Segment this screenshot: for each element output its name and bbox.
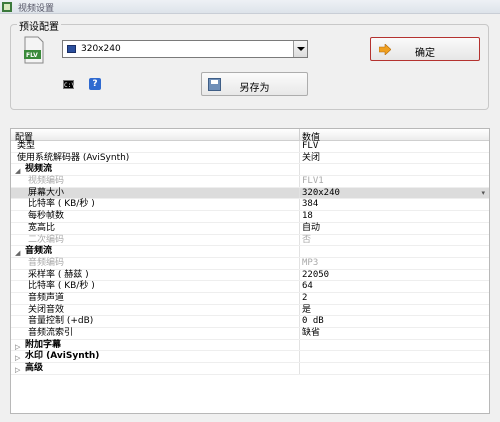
save-as-button-label: 另存为 [239,83,270,94]
property-grid-rows: 类型 FLV 使用系统解码器 (AviSynth) 关闭 ◢ 视频流 视频编码 FLV1 屏幕大… [11,141,489,375]
film-icon [67,45,76,53]
property-row[interactable]: 屏幕大小 320x240 ▾ [11,187,489,200]
property-value[interactable]: 缺省 [302,328,320,339]
expand-collapse-right-icon[interactable]: ▷ [15,354,20,362]
flv-icon-text: FLV [26,52,38,59]
save-as-button[interactable]: 另存为 [201,72,308,96]
expand-collapse-down-icon[interactable]: ◢ [15,249,20,257]
property-value[interactable]: 22050 [302,270,329,281]
property-name: 高级 [25,363,44,374]
property-name: 水印 (AviSynth) [25,351,100,362]
property-name: 使用系统解码器 (AviSynth) [17,152,130,163]
property-value[interactable]: 0 dB [302,316,324,327]
property-name: 音量控制 (+dB) [28,316,94,327]
property-name: 屏幕大小 [28,187,65,198]
property-value[interactable]: 关闭 [302,153,320,164]
property-value[interactable]: 18 [302,211,313,222]
property-row[interactable]: 音频编码 MP3 [11,257,489,270]
command-prompt-icon[interactable]: C:\ [63,80,75,89]
property-row[interactable]: 比特率 ( KB/秒 ) 64 [11,281,489,293]
preset-combobox[interactable]: 320x240 [62,40,308,58]
property-name: 比特率 ( KB/秒 ) [28,281,95,292]
expand-collapse-right-icon[interactable]: ▷ [15,343,20,351]
property-grid-header: 配置 数值 [11,129,489,143]
property-row[interactable]: 比特率 ( KB/秒 ) 384 [11,199,489,212]
property-name: 音频声道 [28,292,65,303]
property-category-row[interactable]: ▷ 水印 (AviSynth) [11,351,489,364]
property-row[interactable]: 关闭音效 是 [11,304,489,317]
window-title: 视频设置 [18,4,55,14]
property-row[interactable]: 类型 FLV [11,141,489,153]
property-value[interactable]: 2 [302,293,307,304]
property-name: 比特率 ( KB/秒 ) [28,199,95,210]
property-value[interactable]: FLV [302,141,318,152]
property-name: 每秒帧数 [28,211,65,222]
preset-legend: 预设配置 [17,18,61,33]
property-name: 采样率 ( 赫兹 ) [28,269,89,280]
property-row[interactable]: 宽高比 自动 [11,222,489,235]
property-value: MP3 [302,257,319,268]
property-value: 否 [302,234,312,245]
chevron-down-icon[interactable]: ▾ [481,188,485,199]
property-value[interactable]: 64 [302,281,313,292]
property-name: 关闭音效 [28,304,65,315]
flv-format-icon: FLV [24,36,44,64]
preset-combobox-value: 320x240 [81,44,121,54]
property-row[interactable]: 二次编码 否 [11,234,489,247]
property-row[interactable]: 音量控制 (+dB) 0 dB [11,316,489,328]
property-name: 音频流 [25,246,53,257]
property-grid: 配置 数值 类型 FLV 使用系统解码器 (AviSynth) 关闭 ◢ 视频流 视频编码 F… [10,128,490,414]
property-value[interactable]: 384 [302,199,318,210]
property-name: 附加字幕 [25,339,62,350]
property-row[interactable]: 使用系统解码器 (AviSynth) 关闭 [11,152,489,165]
property-name: 二次编码 [28,234,65,245]
property-value[interactable]: 320x240 [302,188,340,199]
property-category-row[interactable]: ▷ 高级 [11,363,489,375]
property-row[interactable]: 音频声道 2 [11,292,489,305]
property-row[interactable]: 采样率 ( 赫兹 ) 22050 [11,269,489,282]
property-name: 音频编码 [28,257,65,268]
expand-collapse-right-icon[interactable]: ▷ [15,366,20,374]
property-value: FLV1 [302,176,324,187]
property-row[interactable]: 音频流索引 缺省 [11,328,489,340]
property-category-row[interactable]: ◢ 音频流 [11,246,489,258]
property-row[interactable]: 视频编码 FLV1 [11,176,489,188]
property-name: 视频流 [25,164,53,175]
ok-button[interactable]: 确定 [370,37,480,61]
property-category-row[interactable]: ◢ 视频流 [11,164,489,177]
title-bar: 视频设置 [0,0,500,14]
chevron-down-icon[interactable] [293,41,307,57]
app-icon [2,2,12,12]
ok-button-label: 确定 [415,48,435,59]
property-category-row[interactable]: ▷ 附加字幕 [11,339,489,352]
property-name: 音频流索引 [28,328,74,338]
help-icon[interactable]: ? [89,78,101,90]
property-row[interactable]: 每秒帧数 18 [11,211,489,223]
expand-collapse-down-icon[interactable]: ◢ [15,167,20,175]
property-name: 视频编码 [28,176,65,187]
property-value[interactable]: 是 [302,305,311,316]
property-name: 类型 [17,141,36,151]
property-name: 宽高比 [28,222,56,233]
property-value[interactable]: 自动 [302,223,320,234]
